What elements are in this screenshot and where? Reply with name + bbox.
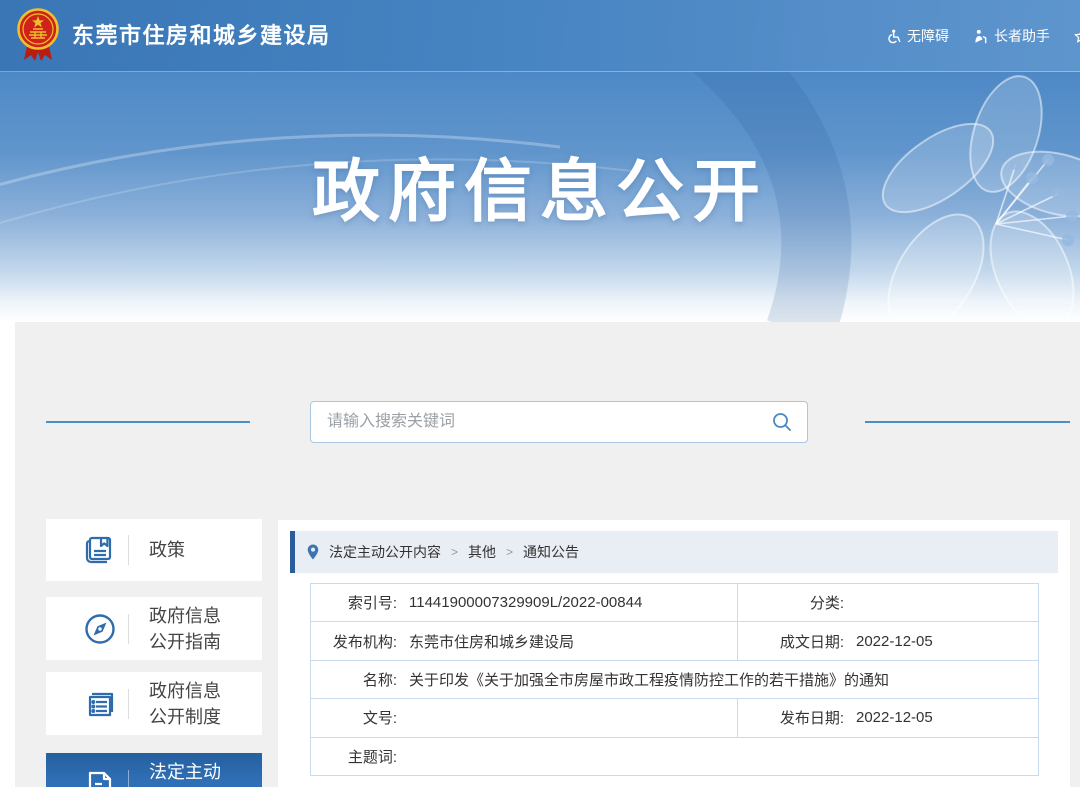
breadcrumb-item-other[interactable]: 其他 xyxy=(468,542,496,562)
document-number-cell: 文号: xyxy=(311,699,738,736)
sidebar-item-label: 政府信息公开指南 xyxy=(149,603,229,655)
category-cell: 分类: xyxy=(738,584,1038,621)
field-label: 分类: xyxy=(738,592,844,613)
policy-book-icon xyxy=(82,532,118,568)
search-input[interactable] xyxy=(325,412,771,432)
decorative-line-right xyxy=(865,421,1070,423)
search-icon[interactable] xyxy=(771,411,793,433)
favorite-link[interactable]: 收 xyxy=(1074,26,1080,46)
keywords-cell: 主题词: xyxy=(311,738,1038,775)
divider xyxy=(128,689,129,719)
elder-icon xyxy=(973,29,988,44)
field-value: 2022-12-05 xyxy=(856,633,933,650)
decorative-line-left xyxy=(46,421,250,423)
field-value: 11441900007329909L/2022-00844 xyxy=(409,594,642,611)
title-cell: 名称: 关于印发《关于加强全市房屋市政工程疫情防控工作的若干措施》的通知 xyxy=(311,661,1038,698)
wheelchair-icon xyxy=(886,29,901,44)
rules-list-icon xyxy=(82,686,118,722)
banner: 政府信息公开 xyxy=(0,72,1080,322)
table-row: 名称: 关于印发《关于加强全市房屋市政工程疫情防控工作的若干措施》的通知 xyxy=(311,661,1038,699)
page-title: 政府信息公开 xyxy=(0,136,1080,235)
breadcrumb-item-statutory[interactable]: 法定主动公开内容 xyxy=(329,542,441,562)
field-label: 索引号: xyxy=(311,592,397,613)
accessibility-label: 无障碍 xyxy=(907,26,949,46)
sidebar-item-label: 政府信息公开制度 xyxy=(149,678,229,730)
field-label: 文号: xyxy=(311,707,397,728)
issuing-agency-cell: 发布机构: 东莞市住房和城乡建设局 xyxy=(311,622,738,659)
sidebar-item-policy[interactable]: 政策 xyxy=(46,519,262,581)
breadcrumb: 法定主动公开内容 > 其他 > 通知公告 xyxy=(290,531,1058,573)
compass-icon xyxy=(82,611,118,647)
divider xyxy=(128,535,129,565)
table-row: 文号: 发布日期: 2022-12-05 xyxy=(311,699,1038,737)
page: 东莞市住房和城乡建设局 无障碍 长者助手 xyxy=(0,0,1080,787)
field-value: 2022-12-05 xyxy=(856,709,933,726)
elder-assist-link[interactable]: 长者助手 xyxy=(973,26,1050,46)
field-label: 成文日期: xyxy=(738,631,844,652)
sidebar-item-statutory-disclosure[interactable]: 法定主动公开内容 xyxy=(46,753,262,787)
breadcrumb-item-notices[interactable]: 通知公告 xyxy=(523,542,579,562)
field-value: 关于印发《关于加强全市房屋市政工程疫情防控工作的若干措施》的通知 xyxy=(409,669,889,690)
sidebar-item-disclosure-guide[interactable]: 政府信息公开指南 xyxy=(46,597,262,660)
field-label: 名称: xyxy=(311,669,397,690)
field-label: 主题词: xyxy=(311,746,397,767)
search-box xyxy=(310,401,808,443)
table-row: 主题词: xyxy=(311,738,1038,775)
sidebar-item-disclosure-rules[interactable]: 政府信息公开制度 xyxy=(46,672,262,735)
breadcrumb-separator: > xyxy=(506,545,513,559)
header-links: 无障碍 长者助手 收 xyxy=(886,0,1080,72)
sidebar-item-label: 法定主动公开内容 xyxy=(149,759,229,787)
breadcrumb-separator: > xyxy=(451,545,458,559)
accessibility-link[interactable]: 无障碍 xyxy=(886,26,949,46)
document-icon xyxy=(82,767,118,787)
issue-date-cell: 成文日期: 2022-12-05 xyxy=(738,622,1038,659)
table-row: 发布机构: 东莞市住房和城乡建设局 成文日期: 2022-12-05 xyxy=(311,622,1038,660)
header: 东莞市住房和城乡建设局 无障碍 长者助手 xyxy=(0,0,1080,72)
site-title[interactable]: 东莞市住房和城乡建设局 xyxy=(72,0,331,72)
national-emblem-icon xyxy=(16,7,60,63)
field-label: 发布机构: xyxy=(311,631,397,652)
star-icon xyxy=(1074,29,1080,44)
field-label: 发布日期: xyxy=(738,707,844,728)
document-info-table: 索引号: 11441900007329909L/2022-00844 分类: 发… xyxy=(310,583,1039,776)
elder-assist-label: 长者助手 xyxy=(994,26,1050,46)
publish-date-cell: 发布日期: 2022-12-05 xyxy=(738,699,1038,736)
divider xyxy=(128,770,129,787)
sidebar-item-label: 政策 xyxy=(149,537,229,563)
field-value: 东莞市住房和城乡建设局 xyxy=(409,631,574,652)
location-pin-icon xyxy=(307,544,319,560)
divider xyxy=(128,614,129,644)
index-number-cell: 索引号: 11441900007329909L/2022-00844 xyxy=(311,584,738,621)
table-row: 索引号: 11441900007329909L/2022-00844 分类: xyxy=(311,584,1038,622)
